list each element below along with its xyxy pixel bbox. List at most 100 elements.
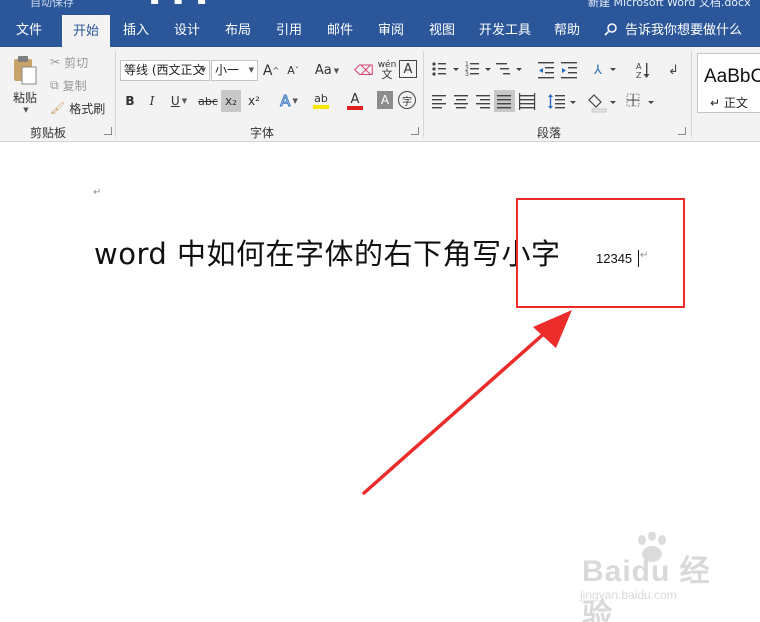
svg-text:3: 3 (465, 71, 469, 78)
paste-button[interactable]: 粘贴 ▼ (6, 53, 44, 115)
paste-dropdown-icon: ▼ (23, 105, 29, 114)
tab-design[interactable]: 设计 (166, 14, 208, 47)
svg-text:↲: ↲ (668, 63, 679, 78)
shrink-font-icon: A (287, 64, 295, 77)
decrease-indent-icon (538, 62, 554, 79)
paste-icon (14, 55, 37, 84)
clipboard-group-label: 剪贴板 (30, 126, 67, 140)
highlight-color-button[interactable]: ab (307, 91, 335, 111)
font-color-button[interactable]: A (341, 91, 369, 111)
distributed-icon (519, 93, 536, 110)
format-painter-button[interactable]: 🖌 格式刷 (50, 99, 112, 117)
watermark-url: jingyan.baidu.com (580, 588, 677, 602)
tell-me-label: 告诉我你想要做什么 (625, 23, 743, 38)
paragraph-launcher-icon[interactable] (678, 127, 686, 135)
change-case-icon: Aa (314, 63, 332, 78)
phonetic-guide-button[interactable]: wén 文 (377, 58, 397, 82)
strikethrough-button[interactable]: abc (197, 91, 219, 111)
style-normal-preview: AaBbC (704, 66, 760, 87)
font-size-value: 小一 (215, 63, 240, 77)
enclose-characters-button[interactable]: 字 (398, 91, 416, 109)
copy-button[interactable]: ⧉ 复制 (50, 76, 112, 94)
numbering-icon: 123 (465, 61, 491, 78)
tab-developer[interactable]: 开发工具 (472, 14, 538, 47)
tab-layout[interactable]: 布局 (217, 14, 259, 47)
change-case-button[interactable]: Aa ▼ (312, 60, 342, 81)
highlighter-icon: ab (314, 92, 328, 105)
underline-icon: U (170, 94, 180, 108)
highlight-color-swatch (313, 105, 329, 109)
character-shading-button[interactable]: A (377, 91, 393, 109)
bullets-icon (432, 62, 459, 76)
line-spacing-icon (548, 94, 576, 109)
clear-formatting-button[interactable]: ⌫ (354, 60, 374, 81)
superscript-button[interactable]: x² (244, 91, 264, 111)
shrink-font-button[interactable]: Aˇ (284, 60, 302, 81)
bold-button[interactable]: B (122, 91, 138, 111)
search-icon (604, 23, 617, 36)
font-color-swatch (347, 105, 363, 110)
borders-icon (626, 93, 654, 107)
separator (115, 51, 116, 137)
document-title: 新建 Microsoft Word 文档.docx (588, 0, 751, 9)
text-effects-icon: A (280, 92, 291, 111)
svg-text:Z: Z (636, 71, 642, 80)
increase-indent-icon (561, 62, 577, 79)
character-border-button[interactable]: A (399, 60, 417, 78)
justify-active-bg (494, 90, 515, 112)
subscript-button[interactable]: x₂ (221, 90, 241, 112)
brush-icon: 🖌 (50, 101, 66, 115)
tab-mailings[interactable]: 邮件 (319, 14, 361, 47)
grow-font-icon: A (262, 62, 273, 79)
tab-file[interactable]: 文件 (8, 14, 50, 47)
copy-icon: ⧉ (50, 77, 59, 92)
title-bar: 自动保存 ▪▪▪ 新建 Microsoft Word 文档.docx (0, 0, 760, 10)
text-effects-button[interactable]: A ▼ (276, 91, 302, 111)
separator (423, 51, 424, 137)
eraser-icon: ⌫ (354, 62, 374, 79)
document-canvas[interactable]: ↵ word 中如何在字体的右下角写小字 12345 ↵ Baidu 经验 ji… (0, 143, 760, 622)
align-left-icon (432, 95, 446, 109)
font-launcher-icon[interactable] (411, 127, 419, 135)
quick-access-icons[interactable]: ▪▪▪ (150, 0, 220, 8)
styles-gallery[interactable]: AaBbC ↵ 正文 (697, 53, 760, 113)
tab-help[interactable]: 帮助 (546, 14, 588, 47)
character-shading-icon: A (380, 93, 390, 107)
sort-icon: AZ (636, 62, 650, 80)
chevron-down-icon: ▼ (200, 66, 206, 74)
subscript-icon: x₂ (225, 94, 237, 108)
format-painter-label: 格式刷 (69, 101, 106, 116)
chevron-down-icon: ▼ (248, 66, 254, 74)
copy-label: 复制 (62, 78, 87, 93)
paragraph-toolbar[interactable]: 123 ⅄ AZ ↲ (428, 59, 690, 119)
tab-view[interactable]: 视图 (421, 14, 463, 47)
tab-references[interactable]: 引用 (268, 14, 310, 47)
ribbon-home: 粘贴 ▼ ✂ 剪切 ⧉ 复制 🖌 格式刷 剪贴板 等线 (西文正文 ▼ 小一 ▼ A ^ A… (0, 47, 760, 142)
font-color-icon: A (350, 91, 360, 107)
tab-review[interactable]: 审阅 (370, 14, 412, 47)
italic-button[interactable]: I (144, 91, 160, 111)
enclose-characters-icon: 字 (402, 96, 412, 108)
font-name-combo[interactable]: 等线 (西文正文 ▼ (120, 60, 210, 81)
chevron-down-icon: ▼ (292, 97, 298, 105)
tell-me-search[interactable]: 告诉我你想要做什么 (604, 14, 742, 47)
character-border-icon: A (403, 61, 413, 77)
baidu-watermark: Baidu 经验 jingyan.baidu.com (580, 532, 730, 622)
italic-icon: I (149, 94, 155, 108)
cut-button[interactable]: ✂ 剪切 (50, 53, 112, 71)
tab-insert[interactable]: 插入 (115, 14, 157, 47)
chevron-down-icon: ▼ (181, 97, 188, 105)
strikethrough-icon: abc (198, 94, 218, 108)
tab-home[interactable]: 开始 (62, 15, 110, 47)
underline-button[interactable]: U ▼ (166, 91, 192, 111)
clipboard-launcher-icon[interactable] (104, 127, 112, 135)
font-size-combo[interactable]: 小一 ▼ (211, 60, 258, 81)
paragraph-group-label: 段落 (537, 126, 562, 140)
bold-icon: B (125, 94, 135, 108)
show-formatting-marks-icon: ↲ (668, 63, 679, 78)
autosave-label[interactable]: 自动保存 (30, 0, 74, 10)
multilevel-list-icon (496, 63, 522, 75)
grow-font-button[interactable]: A ^ (262, 60, 280, 81)
paste-label: 粘贴 (12, 90, 37, 105)
scissors-icon: ✂ (50, 55, 61, 69)
